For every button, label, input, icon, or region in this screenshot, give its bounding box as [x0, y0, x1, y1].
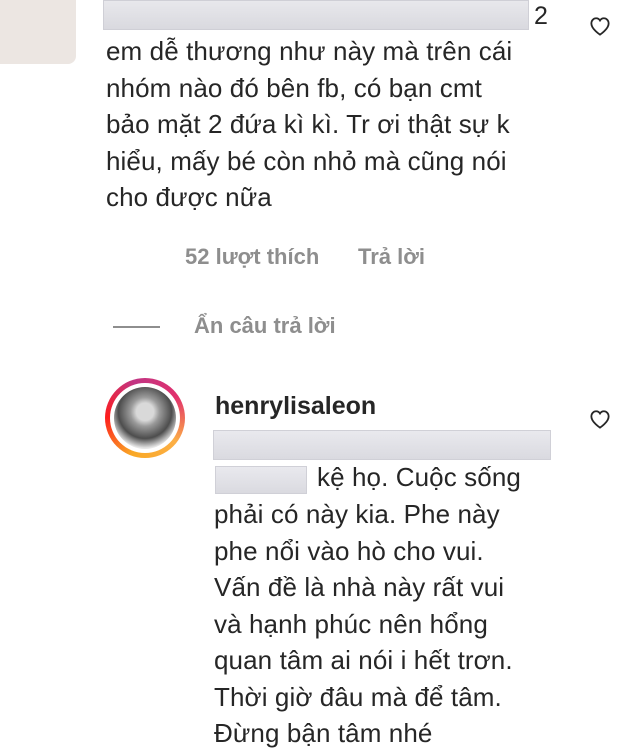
likes-count[interactable]: 52 lượt thích — [185, 243, 319, 271]
reply-line: phải có này kia. Phe này — [214, 499, 500, 529]
reply-line: phe nổi vào hò cho vui. — [214, 535, 484, 566]
avatar-photo — [114, 387, 176, 449]
reply-first-line: kệ họ. Cuộc sống — [317, 462, 521, 492]
reply-username[interactable]: henrylisaleon — [215, 391, 376, 421]
comment-line: bảo mặt 2 đứa kì kì. Tr ơi thật sự k — [106, 109, 510, 139]
reply-button[interactable]: Trả lời — [358, 243, 425, 271]
comment-line: hiểu, mấy bé còn nhỏ mà cũng nói — [106, 145, 507, 176]
comment-line: em dễ thương như này mà trên cái — [106, 36, 513, 66]
comment-text: em dễ thương như này mà trên cái nhóm nà… — [106, 33, 576, 216]
reply-line: quan tâm ai nói i hết trơn. — [214, 645, 513, 675]
comment-line: cho được nữa — [106, 182, 272, 212]
thread-line — [113, 326, 160, 328]
reply-line: Vấn đề là nhà này rất vui — [214, 572, 505, 602]
redacted-mention — [215, 466, 307, 494]
hide-replies-button[interactable]: Ẩn câu trả lời — [194, 312, 336, 340]
reply-line: Đừng bận tâm nhé — [214, 718, 433, 748]
reply-avatar[interactable] — [105, 378, 185, 458]
redacted-suffix: 2 — [534, 2, 548, 30]
commenter-avatar[interactable] — [0, 0, 76, 64]
redacted-username — [103, 0, 529, 30]
redacted-mention — [213, 430, 551, 460]
reply-line: Thời giờ đâu mà để tâm. — [214, 681, 502, 712]
reply-text: phải có này kia. Phe này phe nổi vào hò … — [214, 496, 614, 752]
avatar-ring-gap — [110, 383, 180, 453]
comment-line: nhóm nào đó bên fb, có bạn cmt — [106, 72, 482, 103]
reply-line: và hạnh phúc nên hổng — [214, 608, 488, 639]
heart-icon[interactable] — [589, 16, 611, 36]
heart-icon[interactable] — [589, 409, 611, 429]
